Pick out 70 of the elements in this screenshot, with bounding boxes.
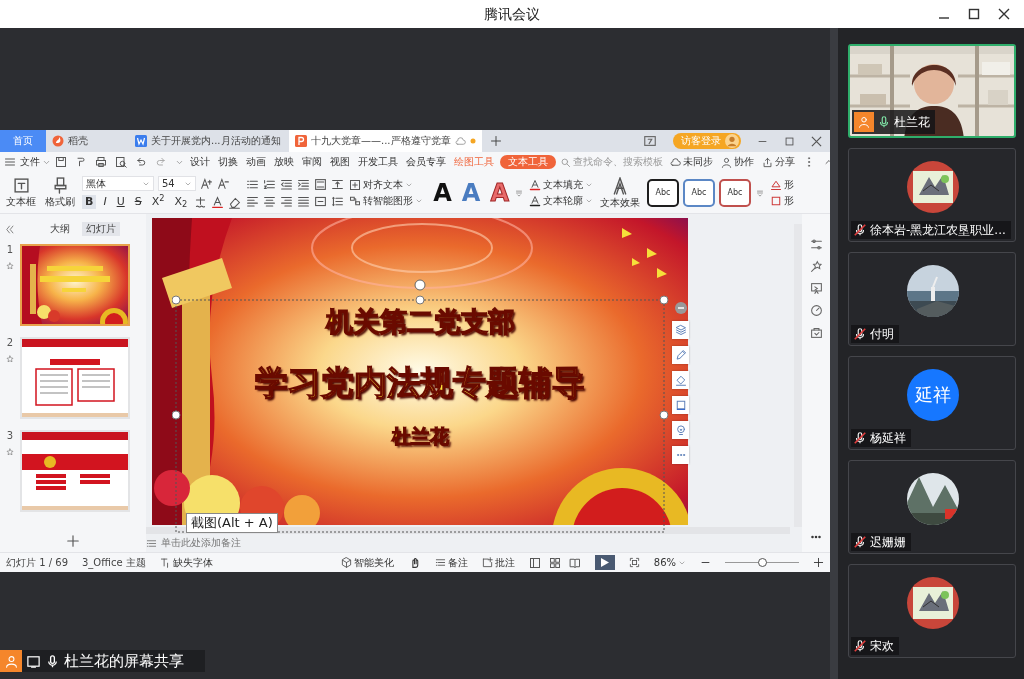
missing-fonts-button[interactable]: 缺失字体 [159, 556, 213, 569]
text-style-button[interactable]: S [131, 195, 145, 209]
ribbon-tab[interactable]: 设计 [188, 155, 212, 169]
ribbon-button[interactable]: 转智能图形 [349, 194, 424, 207]
ribbon-button[interactable]: 形 [770, 194, 794, 207]
ribbon-button[interactable]: 文本框 [4, 177, 38, 208]
ribbon-tab[interactable]: 切换 [216, 155, 240, 169]
text-style-button[interactable]: U [113, 195, 128, 209]
ribbon-button[interactable]: 文本轮廓 [529, 194, 593, 207]
ribbon-tab[interactable]: 动画 [244, 155, 268, 169]
ribbon-tab[interactable]: 会员专享 [404, 155, 448, 169]
zoom-dropdown[interactable]: 86% [653, 556, 686, 569]
file-menu[interactable]: 文件 [20, 156, 51, 168]
theme-name: 3_Office 主题 [82, 556, 146, 569]
wordart-style[interactable]: A [428, 180, 457, 205]
text-effect-button[interactable]: 文本效果 [598, 176, 642, 209]
slide-text: 杜兰花 [391, 425, 449, 448]
participant-name: 迟姗姗 [870, 534, 906, 549]
notes-placeholder[interactable]: 单击此处添加备注 [161, 537, 241, 549]
participant-tile[interactable]: 杜兰花 [848, 44, 1016, 138]
ribbon-button[interactable]: 形 [770, 178, 794, 191]
slide-number: 1 [6, 244, 14, 256]
command-search-field[interactable]: 查找命令、搜索模板 [560, 156, 666, 168]
toolbar-button[interactable]: 分享 [762, 156, 795, 168]
participant-tile[interactable]: 徐本岩-黑龙江农垦职业... [848, 148, 1016, 242]
shape-style[interactable]: Abc [683, 178, 715, 207]
participant-tile[interactable]: 延祥 杨延祥 [848, 356, 1016, 450]
tooltip: 截图(Alt + A) [186, 513, 278, 533]
status-button[interactable]: 智能美化 [340, 556, 394, 569]
initials-avatar: 延祥 [907, 369, 959, 421]
participant-name: 付明 [870, 326, 894, 341]
status-button[interactable]: 备注 [434, 556, 468, 569]
document-tab[interactable]: 关于开展党内...月活动的通知 [129, 130, 289, 152]
participant-name: 杨延祥 [870, 430, 906, 445]
ribbon-tab[interactable]: 放映 [272, 155, 296, 169]
text-style-button[interactable]: B [82, 195, 97, 209]
text-style-button[interactable]: I [100, 195, 110, 209]
ribbon-tab[interactable]: 开发工具 [356, 155, 400, 169]
ribbon-tab[interactable]: 视图 [328, 155, 352, 169]
toolbar-button[interactable]: 协作 [721, 156, 754, 168]
panel-tab[interactable]: 大纲 [45, 222, 74, 236]
document-tab[interactable]: 稻壳 [46, 130, 129, 152]
text-style-button[interactable]: X$^{2}$ [148, 195, 168, 209]
slide-count: 幻灯片 1 / 69 [6, 556, 68, 569]
slide-number: 3 [6, 430, 14, 442]
panel-tab[interactable]: 幻灯片 [81, 222, 120, 236]
ribbon-tab[interactable]: 审阅 [300, 155, 324, 169]
share-label: 杜兰花的屏幕共享 [64, 652, 184, 670]
ribbon-button[interactable]: 对齐文本 [349, 178, 424, 191]
slide-text: 机关第二党支部 [325, 306, 515, 339]
participant-name: 宋欢 [870, 638, 894, 653]
slide-text: 学习党内法规专题辅导 [255, 363, 585, 403]
participant-name: 徐本岩-黑龙江农垦职业... [870, 222, 1006, 237]
shape-style[interactable]: Abc [719, 178, 751, 207]
participant-tile[interactable]: 迟姗姗 [848, 460, 1016, 554]
wordart-style[interactable]: A [456, 180, 486, 205]
text-style-button[interactable]: X$_{2}$ [171, 195, 191, 209]
participant-tile[interactable]: 付明 [848, 252, 1016, 346]
toolbar-button[interactable]: 未同步 [670, 156, 713, 168]
participant-tile[interactable]: 宋欢 [848, 564, 1016, 658]
slide-number: 2 [6, 337, 14, 349]
participant-name: 杜兰花 [894, 114, 930, 130]
font-size-dropdown[interactable]: 54 [158, 176, 196, 191]
status-button[interactable]: 批注 [481, 556, 515, 569]
document-tab[interactable]: 十九大党章——...严格遵守党章 [289, 130, 482, 152]
ribbon-button[interactable]: 格式刷 [43, 177, 77, 208]
ribbon-button[interactable]: 文本填充 [529, 178, 593, 191]
window-title: 腾讯会议 [484, 5, 540, 23]
shape-style[interactable]: Abc [647, 178, 679, 207]
font-name-dropdown[interactable]: 黑体 [82, 176, 154, 191]
